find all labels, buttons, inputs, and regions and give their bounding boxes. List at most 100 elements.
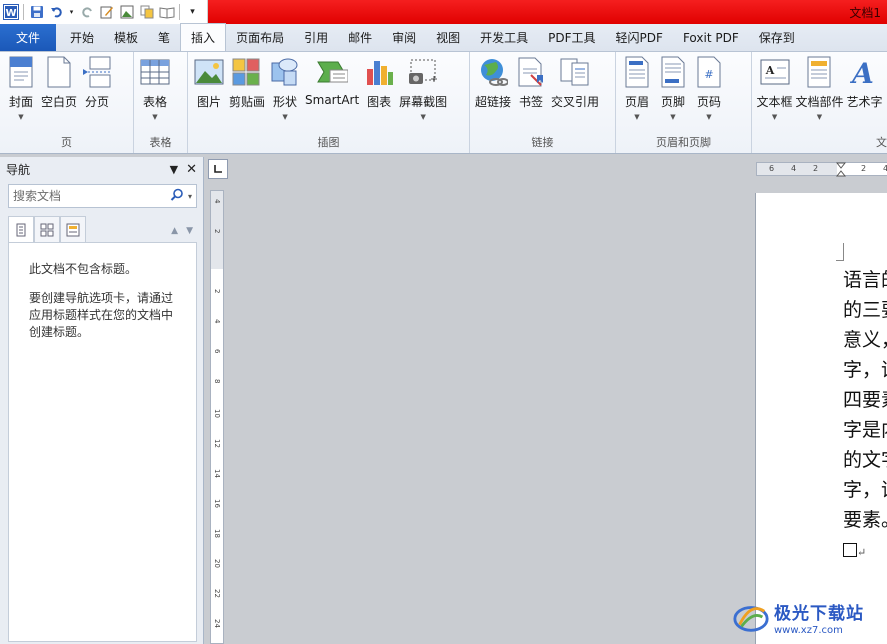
ruler-tick-label: 2 (861, 164, 867, 173)
group-table: 表格 ▼ 表格 (134, 52, 188, 153)
pane-options-icon[interactable]: ▼ (170, 163, 178, 176)
group-label-header-footer: 页眉和页脚 (656, 136, 711, 149)
document-line[interactable]: 的文字 (843, 445, 887, 475)
group-label-text: 文 (876, 136, 887, 149)
tab-references[interactable]: 引用 (294, 24, 338, 51)
document-line[interactable]: 字，语 (843, 355, 887, 385)
footer-icon (657, 55, 689, 89)
document-line[interactable]: 意义， (843, 325, 887, 355)
title-bar: W ▾ ▾ 文档1 (0, 0, 887, 24)
next-heading-icon[interactable]: ▼ (186, 226, 193, 236)
chevron-down-icon: ▼ (816, 113, 823, 121)
image-edit-icon[interactable] (118, 4, 135, 21)
tab-file[interactable]: 文件 (0, 24, 56, 51)
vertical-ruler[interactable]: 4 2 2 4 6 8 10 12 14 16 18 20 22 24 (210, 190, 224, 644)
save-icon[interactable] (28, 4, 45, 21)
navigation-title: 导航 (6, 162, 31, 177)
watermark-url: www.xz7.com (774, 624, 843, 636)
previous-heading-icon[interactable]: ▲ (171, 226, 178, 236)
header-icon (621, 55, 653, 89)
globe-link-icon (477, 55, 509, 89)
headings-view-tab[interactable] (8, 216, 34, 242)
chevron-down-icon: ▼ (282, 113, 288, 121)
table-icon (139, 55, 171, 89)
tab-selector[interactable] (208, 159, 228, 179)
undo-dropdown-icon[interactable]: ▾ (68, 4, 75, 21)
redo-icon[interactable] (78, 4, 95, 21)
search-box: ▾ (8, 184, 197, 208)
tab-view[interactable]: 视图 (426, 24, 470, 51)
document-line[interactable]: 语言的 (843, 265, 887, 295)
tab-page-layout[interactable]: 页面布局 (226, 24, 294, 51)
undo-icon[interactable] (48, 4, 65, 21)
navigation-header: 导航 ▼ ✕ (0, 157, 203, 181)
tab-qingshan-pdf[interactable]: 轻闪PDF (606, 24, 673, 51)
edit-icon[interactable] (98, 4, 115, 21)
aurora-logo-icon (733, 606, 769, 632)
document-page[interactable]: 语言的的三要意义，字，语四要素字是内的文字字，语要素。↵ (755, 193, 887, 644)
tab-pen[interactable]: 笔 (148, 24, 180, 51)
customize-qat-icon[interactable]: ▾ (184, 4, 201, 21)
tab-home[interactable]: 开始 (60, 24, 104, 51)
group-label-pages: 页 (61, 136, 72, 149)
search-input[interactable] (13, 189, 170, 203)
document-pages-icon[interactable] (138, 4, 155, 21)
close-icon[interactable]: ✕ (186, 162, 197, 177)
group-links: 超链接 书签 交叉引用 链接 (470, 52, 616, 153)
chevron-down-icon: ▼ (634, 113, 640, 121)
document-line[interactable]: ↵ (843, 535, 887, 568)
chevron-down-icon: ▼ (670, 113, 676, 121)
results-view-tab[interactable] (60, 216, 86, 242)
navigation-content: 此文档不包含标题。 要创建导航选项卡，请通过应用标题样式在您的文档中创建标题。 (8, 242, 197, 642)
ruler-tick-label: 20 (213, 559, 221, 568)
ruler-tick-label: 2 (813, 164, 819, 173)
cross-reference-icon (559, 55, 591, 89)
search-dropdown-icon[interactable]: ▾ (188, 192, 192, 201)
ruler-tick-label: 2 (213, 229, 221, 234)
document-line[interactable]: 四要素 (843, 385, 887, 415)
group-text: A 文本框 ▼ 文档部件 ▼ A 艺术字 文 (752, 52, 887, 153)
word-app-icon[interactable]: W (2, 4, 19, 21)
text-box-icon: A (759, 55, 791, 89)
ruler-tick-label: 2 (213, 289, 221, 294)
chevron-down-icon: ▼ (18, 113, 24, 121)
ruler-tick-label: 4 (883, 164, 887, 173)
document-line[interactable]: 字是内 (843, 415, 887, 445)
no-headings-message: 此文档不包含标题。 (29, 262, 138, 276)
bookmark-icon (515, 55, 547, 89)
document-line[interactable]: 字，语 (843, 475, 887, 505)
ruler-tick-label: 8 (213, 379, 221, 384)
crop-mark (836, 243, 844, 261)
horizontal-ruler[interactable]: 6 4 2 2 4 (756, 162, 887, 178)
tab-developer[interactable]: 开发工具 (470, 24, 538, 51)
pages-view-tab[interactable] (34, 216, 60, 242)
tab-save-to[interactable]: 保存到 (749, 24, 805, 51)
watermark-name: 极光下载站 (774, 603, 864, 624)
group-illustrations: 图片 剪贴画 形状 ▼ SmartArt 图表 屏幕截图 ▼ 插图 (188, 52, 470, 153)
chevron-down-icon: ▼ (771, 113, 778, 121)
tab-mailings[interactable]: 邮件 (338, 24, 382, 51)
group-header-footer: 页眉 ▼ 页脚 ▼ # 页码 ▼ 页眉和页脚 (616, 52, 752, 153)
reading-view-icon[interactable] (158, 4, 175, 21)
cover-page-icon (5, 55, 37, 89)
document-line[interactable]: 要素。 (843, 505, 887, 535)
ribbon-tabs: 文件 开始 模板 笔 插入 页面布局 引用 邮件 审阅 视图 开发工具 PDF工… (0, 23, 887, 52)
ruler-tick-label: 10 (213, 409, 221, 418)
tab-foxit-pdf[interactable]: Foxit PDF (673, 24, 749, 51)
tab-review[interactable]: 审阅 (382, 24, 426, 51)
tab-insert[interactable]: 插入 (180, 23, 227, 51)
group-label-table: 表格 (149, 136, 172, 149)
document-body[interactable]: 语言的的三要意义，字，语四要素字是内的文字字，语要素。↵ (843, 265, 887, 568)
document-title: 文档1 (849, 6, 881, 20)
ruler-tick-label: 24 (213, 619, 221, 628)
page-break-icon (81, 55, 113, 89)
tab-pdf-tools[interactable]: PDF工具 (538, 24, 605, 51)
site-watermark: 极光下载站 www.xz7.com (732, 590, 887, 644)
tab-templates[interactable]: 模板 (104, 24, 148, 51)
document-line[interactable]: 的三要 (843, 295, 887, 325)
indent-marker-icon[interactable] (836, 162, 846, 178)
search-icon[interactable] (170, 188, 184, 205)
group-pages: 封面 ▼ 空白页 分页 页 (0, 52, 134, 153)
paragraph-mark: ↵ (857, 546, 867, 559)
navigation-pane: 导航 ▼ ✕ ▾ ▲ ▼ 此文档不包含标题。 要创建导航选项卡，请通过应用标题样… (0, 157, 204, 644)
